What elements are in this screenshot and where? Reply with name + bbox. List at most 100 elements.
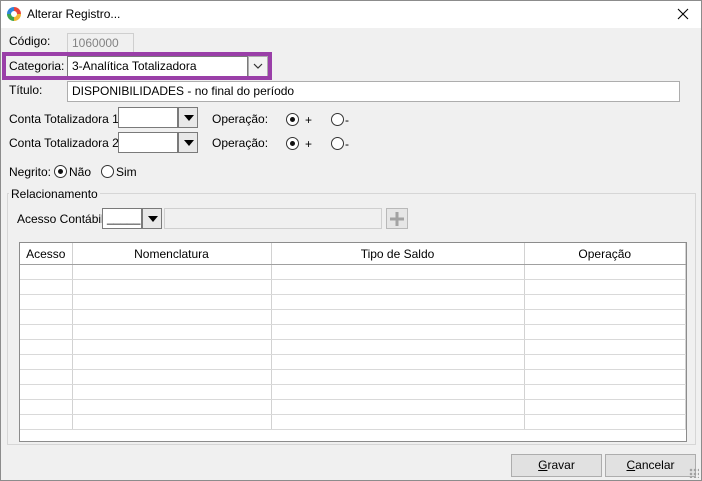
table-cell[interactable] bbox=[271, 264, 525, 280]
table-cell[interactable] bbox=[271, 339, 525, 355]
column-header-tipo-saldo[interactable]: Tipo de Saldo bbox=[271, 243, 525, 265]
table-cell[interactable] bbox=[20, 294, 73, 310]
table-cell[interactable] bbox=[524, 369, 686, 385]
op1-plus-radio[interactable] bbox=[286, 113, 299, 126]
table-cell[interactable] bbox=[271, 414, 525, 430]
table-cell[interactable] bbox=[72, 339, 272, 355]
codigo-label: Código: bbox=[9, 34, 51, 48]
app-icon bbox=[7, 7, 21, 21]
table-row[interactable] bbox=[20, 264, 686, 280]
table-cell[interactable] bbox=[524, 279, 686, 295]
table-row[interactable] bbox=[20, 324, 686, 340]
close-icon bbox=[677, 8, 689, 20]
acesso-dropdown-button[interactable] bbox=[142, 208, 162, 229]
table-cell[interactable] bbox=[20, 369, 73, 385]
conta2-select[interactable] bbox=[118, 132, 198, 153]
table-cell[interactable] bbox=[20, 309, 73, 325]
table-cell[interactable] bbox=[271, 324, 525, 340]
gravar-button[interactable]: Gravar bbox=[511, 454, 602, 477]
operacao2-label: Operação: bbox=[212, 136, 269, 150]
table-row[interactable] bbox=[20, 384, 686, 400]
op1-minus-radio[interactable] bbox=[331, 113, 344, 126]
table-cell[interactable] bbox=[72, 399, 272, 415]
negrito-sim-radio[interactable] bbox=[101, 165, 114, 178]
close-button[interactable] bbox=[665, 1, 701, 28]
resize-grip[interactable] bbox=[689, 468, 699, 478]
conta1-dropdown-button[interactable] bbox=[178, 107, 198, 128]
table-cell[interactable] bbox=[271, 369, 525, 385]
table-row[interactable] bbox=[20, 294, 686, 310]
column-header-acesso[interactable]: Acesso bbox=[20, 243, 73, 265]
table-cell[interactable] bbox=[524, 384, 686, 400]
conta1-select[interactable] bbox=[118, 107, 198, 128]
cancelar-button[interactable]: Cancelar bbox=[605, 454, 696, 477]
titulo-input[interactable]: DISPONIBILIDADES - no final do período bbox=[67, 81, 680, 102]
title-bar[interactable]: Alterar Registro... bbox=[1, 1, 701, 28]
table-cell[interactable] bbox=[271, 384, 525, 400]
table-cell[interactable] bbox=[271, 309, 525, 325]
conta1-label: Conta Totalizadora 1: bbox=[9, 112, 123, 126]
table-cell[interactable] bbox=[271, 279, 525, 295]
table-cell[interactable] bbox=[72, 264, 272, 280]
conta2-dropdown-button[interactable] bbox=[178, 132, 198, 153]
table-row[interactable] bbox=[20, 399, 686, 415]
table-cell[interactable] bbox=[524, 339, 686, 355]
table-row[interactable] bbox=[20, 339, 686, 355]
op2-plus-radio[interactable] bbox=[286, 137, 299, 150]
op2-plus-label: + bbox=[305, 137, 313, 151]
op2-minus-label: - bbox=[345, 137, 349, 151]
table-cell[interactable] bbox=[72, 279, 272, 295]
table-cell[interactable] bbox=[271, 399, 525, 415]
op2-minus-radio[interactable] bbox=[331, 137, 344, 150]
table-cell[interactable] bbox=[524, 294, 686, 310]
relacionamento-grid[interactable]: Acesso Nomenclatura Tipo de Saldo Operaç… bbox=[19, 242, 687, 442]
table-cell[interactable] bbox=[524, 354, 686, 370]
table-cell[interactable] bbox=[20, 399, 73, 415]
table-cell[interactable] bbox=[524, 264, 686, 280]
table-cell[interactable] bbox=[524, 324, 686, 340]
table-cell[interactable] bbox=[72, 384, 272, 400]
op1-plus-label: + bbox=[305, 113, 313, 127]
table-cell[interactable] bbox=[72, 414, 272, 430]
column-header-nomenclatura[interactable]: Nomenclatura bbox=[72, 243, 272, 265]
dropdown-arrow-icon bbox=[184, 140, 194, 146]
table-row[interactable] bbox=[20, 414, 686, 430]
acesso-contabil-select[interactable]: _____ bbox=[102, 208, 162, 229]
table-cell[interactable] bbox=[524, 309, 686, 325]
table-row[interactable] bbox=[20, 369, 686, 385]
negrito-nao-radio[interactable] bbox=[54, 165, 67, 178]
table-cell[interactable] bbox=[72, 354, 272, 370]
dialog-window: Alterar Registro... Código: 1060000 Cate… bbox=[0, 0, 702, 481]
codigo-field: 1060000 bbox=[67, 33, 134, 54]
table-row[interactable] bbox=[20, 354, 686, 370]
dropdown-arrow-icon bbox=[184, 115, 194, 121]
column-header-operacao[interactable]: Operação bbox=[524, 243, 686, 265]
relacionamento-title: Relacionamento bbox=[9, 187, 100, 201]
table-cell[interactable] bbox=[20, 264, 73, 280]
highlight-box bbox=[2, 52, 272, 80]
table-cell[interactable] bbox=[524, 399, 686, 415]
table-row[interactable] bbox=[20, 309, 686, 325]
table-row[interactable] bbox=[20, 279, 686, 295]
table-cell[interactable] bbox=[72, 294, 272, 310]
cancelar-accelerator: C bbox=[626, 458, 636, 472]
table-cell[interactable] bbox=[72, 324, 272, 340]
table-cell[interactable] bbox=[72, 309, 272, 325]
table-cell[interactable] bbox=[20, 279, 73, 295]
table-cell[interactable] bbox=[20, 414, 73, 430]
window-title: Alterar Registro... bbox=[27, 7, 121, 21]
negrito-nao-label: Não bbox=[69, 165, 92, 179]
grid-header-row: Acesso Nomenclatura Tipo de Saldo Operaç… bbox=[20, 243, 686, 265]
dropdown-arrow-icon bbox=[148, 216, 158, 222]
table-cell[interactable] bbox=[524, 414, 686, 430]
table-cell[interactable] bbox=[20, 354, 73, 370]
table-cell[interactable] bbox=[20, 384, 73, 400]
table-cell[interactable] bbox=[72, 369, 272, 385]
conta1-value bbox=[118, 107, 178, 128]
table-cell[interactable] bbox=[20, 324, 73, 340]
negrito-label: Negrito: bbox=[9, 165, 52, 179]
add-button[interactable] bbox=[386, 208, 408, 229]
table-cell[interactable] bbox=[20, 339, 73, 355]
table-cell[interactable] bbox=[271, 294, 525, 310]
table-cell[interactable] bbox=[271, 354, 525, 370]
